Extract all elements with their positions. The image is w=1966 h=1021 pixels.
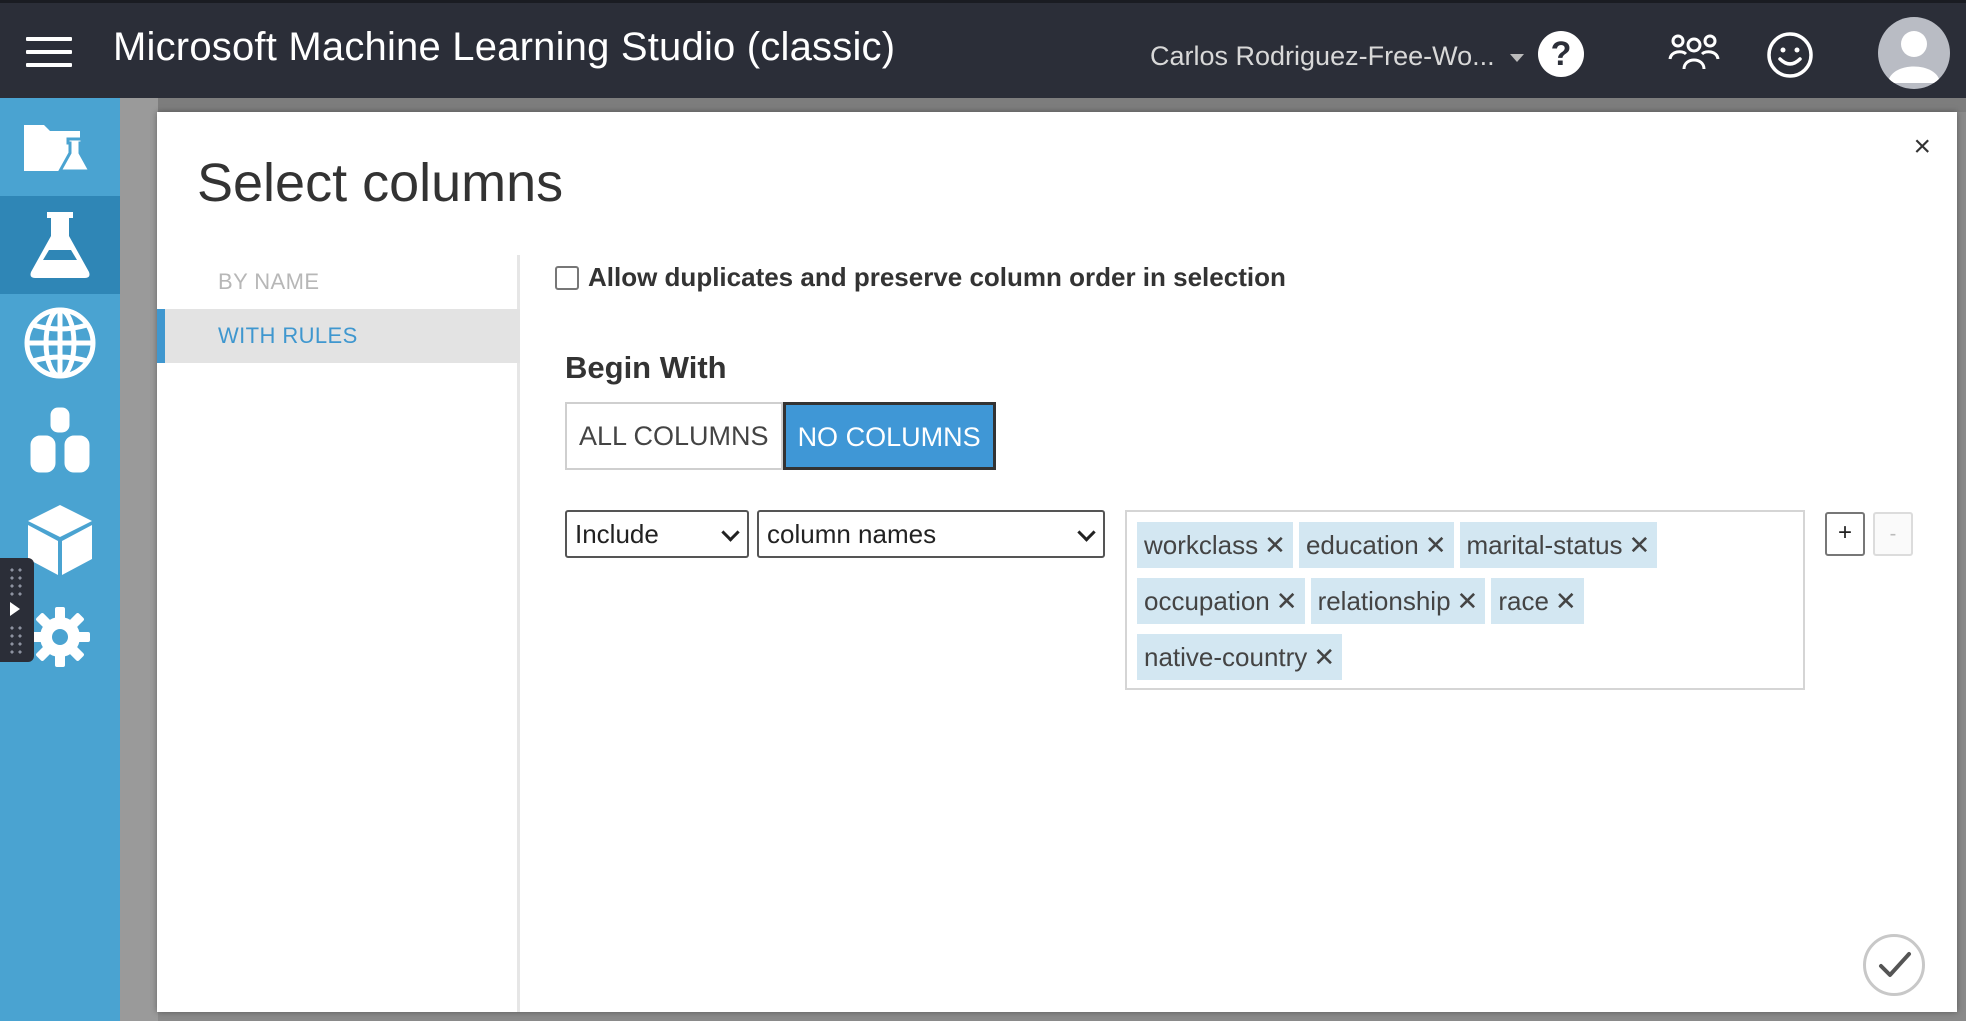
avatar[interactable] — [1878, 17, 1950, 89]
column-tag: occupation ✕ — [1137, 578, 1305, 624]
nav-item-projects[interactable] — [0, 98, 120, 196]
grip-icon — [8, 624, 24, 654]
top-bar: Microsoft Machine Learning Studio (class… — [0, 0, 1966, 98]
begin-with-label: Begin With — [565, 350, 727, 385]
settings-icon — [30, 607, 90, 667]
nav-item-experiments[interactable] — [0, 196, 120, 294]
remove-tag-icon[interactable]: ✕ — [1425, 530, 1447, 560]
chevron-down-icon — [1077, 523, 1096, 542]
canvas-background — [120, 98, 158, 1021]
column-tag-label: occupation — [1144, 586, 1270, 616]
play-icon — [10, 602, 20, 616]
nav-item-datasets[interactable] — [0, 392, 120, 490]
all-columns-button[interactable]: ALL COLUMNS — [565, 402, 783, 470]
ok-button[interactable] — [1863, 934, 1925, 996]
menu-icon[interactable] — [26, 37, 72, 69]
column-tag-label: marital-status — [1466, 530, 1623, 560]
experiments-icon — [30, 212, 90, 278]
remove-tag-icon[interactable]: ✕ — [1264, 530, 1286, 560]
trained-models-icon — [28, 505, 92, 575]
rule-type-value: column names — [767, 519, 937, 549]
left-nav — [0, 98, 120, 1021]
allow-duplicates-label[interactable]: Allow duplicates and preserve column ord… — [588, 262, 1286, 293]
remove-tag-icon[interactable]: ✕ — [1629, 530, 1651, 560]
column-tag-label: race — [1498, 586, 1549, 616]
checkmark-icon — [1879, 952, 1911, 977]
rule-action-select[interactable]: Include — [565, 510, 749, 558]
remove-tag-icon[interactable]: ✕ — [1313, 642, 1335, 672]
select-columns-dialog: × Select columns BY NAME WITH RULES Allo… — [157, 112, 1957, 1012]
workspace-selector[interactable]: Carlos Rodriguez-Free-Wo... — [1150, 41, 1495, 72]
nav-item-web-services[interactable] — [0, 294, 120, 392]
column-tag: race ✕ — [1491, 578, 1584, 624]
chevron-down-icon[interactable] — [1510, 54, 1524, 62]
column-names-input[interactable]: workclass ✕ education ✕ marital-status ✕ occu… — [1125, 510, 1805, 690]
remove-rule-button[interactable]: - — [1873, 512, 1913, 556]
column-tag: education ✕ — [1298, 522, 1454, 568]
selection-mode-tabs: BY NAME WITH RULES — [157, 255, 520, 1012]
rule-type-select[interactable]: column names — [757, 510, 1105, 558]
community-icon[interactable] — [1668, 29, 1720, 77]
add-rule-button[interactable]: + — [1825, 512, 1865, 556]
allow-duplicates-checkbox[interactable] — [555, 265, 579, 290]
column-tag-label: workclass — [1144, 530, 1259, 560]
canvas-background-strip — [158, 98, 1966, 112]
rule-action-value: Include — [575, 519, 659, 549]
dialog-title: Select columns — [197, 153, 564, 213]
close-icon[interactable]: × — [1913, 132, 1931, 162]
projects-icon — [24, 125, 93, 173]
begin-with-toggle: ALL COLUMNS NO COLUMNS — [565, 402, 996, 470]
column-tag-label: native-country — [1144, 642, 1308, 672]
user-icon — [1888, 31, 1940, 83]
panel-expand-handle[interactable] — [0, 558, 34, 662]
column-tag: native-country ✕ — [1137, 634, 1343, 680]
chevron-down-icon — [721, 523, 740, 542]
column-tag: workclass ✕ — [1137, 522, 1293, 568]
datasets-icon — [27, 404, 93, 476]
remove-tag-icon[interactable]: ✕ — [1555, 586, 1577, 616]
column-tag-label: education — [1305, 530, 1419, 560]
help-icon[interactable]: ? — [1538, 31, 1584, 77]
column-tag: marital-status ✕ — [1459, 522, 1658, 568]
column-tag-label: relationship — [1317, 586, 1451, 616]
tab-by-name[interactable]: BY NAME — [157, 255, 520, 309]
column-tag: relationship ✕ — [1310, 578, 1486, 624]
remove-tag-icon[interactable]: ✕ — [1276, 586, 1298, 616]
app-title: Microsoft Machine Learning Studio (class… — [113, 25, 896, 69]
web-services-icon — [24, 307, 96, 379]
feedback-smiley-icon[interactable] — [1766, 31, 1814, 79]
grip-icon — [8, 566, 24, 596]
no-columns-button[interactable]: NO COLUMNS — [782, 402, 996, 470]
remove-tag-icon[interactable]: ✕ — [1457, 586, 1479, 616]
tab-with-rules[interactable]: WITH RULES — [157, 309, 520, 363]
allow-duplicates-row: Allow duplicates and preserve column ord… — [555, 262, 1286, 293]
